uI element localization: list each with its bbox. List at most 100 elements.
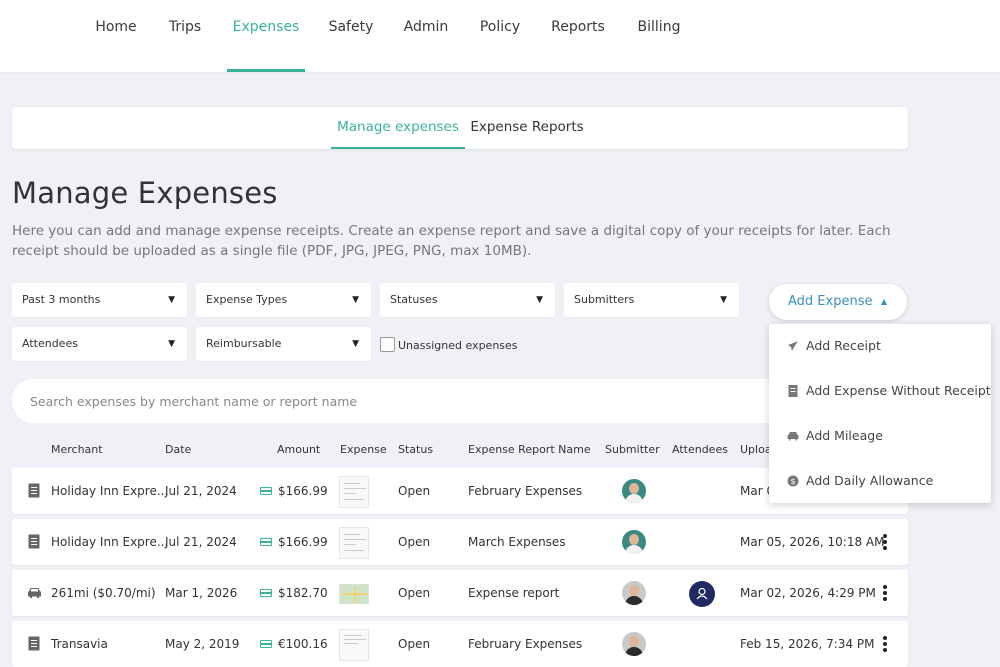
- merchant-cell: Holiday Inn Expre...: [51, 535, 169, 549]
- caret-up-icon: ▲: [880, 297, 887, 306]
- header-submitter[interactable]: Submitter: [605, 443, 660, 456]
- date-cell: May 2, 2019: [165, 637, 240, 651]
- expense-subtabs: Manage expenses Expense Reports: [12, 107, 908, 149]
- receipt-icon: [28, 636, 40, 651]
- merchant-cell: Transavia: [51, 637, 108, 651]
- header-amount[interactable]: Amount: [277, 443, 320, 456]
- header-attendees: Attendees: [672, 443, 728, 456]
- period-filter[interactable]: Past 3 months ▼: [12, 283, 187, 317]
- table-row[interactable]: Holiday Inn Expre... Jul 21, 2024 $166.9…: [12, 519, 908, 565]
- status-cell: Open: [398, 484, 431, 498]
- amount-cell: $166.99: [260, 468, 328, 514]
- payment-card-icon: [260, 589, 272, 597]
- nav-active-indicator: [227, 69, 305, 72]
- menu-item-add-daily-allowance[interactable]: $ Add Daily Allowance: [769, 459, 991, 503]
- top-navigation: Home Trips Expenses Safety Admin Policy …: [0, 0, 1000, 72]
- amount-value: $166.99: [278, 484, 328, 498]
- avatar: [622, 632, 646, 656]
- table-row[interactable]: 261mi ($0.70/mi) Mar 1, 2026 $182.70 Ope…: [12, 570, 908, 616]
- unassigned-checkbox-label[interactable]: Unassigned expenses: [398, 339, 518, 352]
- uploaded-cell: Mar 02, 2026, 4:29 PM: [740, 586, 876, 600]
- amount-cell: $166.99: [260, 519, 328, 565]
- nav-reports[interactable]: Reports: [546, 0, 610, 72]
- header-uploaded[interactable]: Uploa: [740, 443, 772, 456]
- add-expense-label: Add Expense: [788, 294, 873, 309]
- caret-down-icon: ▼: [352, 339, 359, 349]
- nav-billing[interactable]: Billing: [630, 0, 688, 72]
- add-expense-menu: Add Receipt Add Expense Without Receipt …: [769, 324, 991, 503]
- avatar: [622, 479, 646, 503]
- nav-policy[interactable]: Policy: [474, 0, 526, 72]
- nav-admin[interactable]: Admin: [398, 0, 454, 72]
- merchant-cell: 261mi ($0.70/mi): [51, 586, 156, 600]
- unassigned-checkbox[interactable]: [380, 337, 395, 352]
- header-status[interactable]: Status: [398, 443, 433, 456]
- date-cell: Mar 1, 2026: [165, 586, 238, 600]
- caret-down-icon: ▼: [168, 295, 175, 305]
- receipt-thumbnail[interactable]: [339, 527, 369, 559]
- payment-card-icon: [260, 640, 272, 648]
- amount-cell: $182.70: [260, 570, 328, 616]
- menu-item-add-mileage[interactable]: Add Mileage: [769, 414, 991, 458]
- avatar: [622, 530, 646, 554]
- amount-value: €100.16: [278, 637, 328, 651]
- header-expense: Expense: [340, 443, 387, 456]
- more-options-icon[interactable]: [883, 636, 887, 652]
- submitters-filter[interactable]: Submitters ▼: [564, 283, 739, 317]
- menu-item-add-expense-without-receipt[interactable]: Add Expense Without Receipt: [769, 369, 991, 413]
- reimbursable-filter-value: Reimbursable: [206, 337, 282, 350]
- report-name-cell[interactable]: February Expenses: [468, 621, 582, 667]
- header-report-name[interactable]: Expense Report Name: [468, 443, 591, 456]
- receipt-thumbnail[interactable]: [339, 629, 369, 661]
- tab-manage-expenses-label: Manage expenses: [337, 119, 459, 135]
- car-icon: [787, 432, 799, 441]
- report-name-cell[interactable]: February Expenses: [468, 468, 582, 514]
- status-cell: Open: [398, 535, 431, 549]
- tab-manage-expenses[interactable]: Manage expenses: [331, 107, 465, 149]
- table-row[interactable]: Transavia May 2, 2019 €100.16 Open Febru…: [12, 621, 908, 667]
- car-icon: [28, 588, 41, 598]
- menu-item-label: Add Expense Without Receipt: [806, 383, 991, 398]
- receipt-icon: [28, 534, 40, 549]
- submitters-filter-value: Submitters: [574, 293, 635, 306]
- rocket-icon: [788, 341, 798, 351]
- attendees-filter-value: Attendees: [22, 337, 78, 350]
- payment-card-icon: [260, 487, 272, 495]
- nav-trips[interactable]: Trips: [160, 0, 210, 72]
- reimbursable-filter[interactable]: Reimbursable ▼: [196, 327, 371, 361]
- nav-expenses-label: Expenses: [232, 19, 300, 35]
- more-options-icon[interactable]: [883, 585, 887, 601]
- caret-down-icon: ▼: [168, 339, 175, 349]
- statuses-filter[interactable]: Statuses ▼: [380, 283, 555, 317]
- report-name-cell[interactable]: March Expenses: [468, 519, 566, 565]
- caret-down-icon: ▼: [352, 295, 359, 305]
- add-expense-button[interactable]: Add Expense ▲: [769, 284, 907, 320]
- map-thumbnail[interactable]: [339, 584, 369, 604]
- receipt-thumbnail[interactable]: [339, 476, 369, 508]
- expense-types-filter[interactable]: Expense Types ▼: [196, 283, 371, 317]
- nav-expenses[interactable]: Expenses: [227, 0, 305, 72]
- nav-home[interactable]: Home: [88, 0, 144, 72]
- dollar-coin-icon: $: [787, 475, 799, 487]
- attendee-avatar: [689, 581, 715, 607]
- menu-item-label: Add Receipt: [806, 338, 881, 353]
- status-cell: Open: [398, 637, 431, 651]
- person-icon: [696, 587, 708, 600]
- menu-item-add-receipt[interactable]: Add Receipt: [769, 324, 991, 368]
- menu-item-label: Add Mileage: [806, 428, 883, 443]
- period-filter-value: Past 3 months: [22, 293, 101, 306]
- svg-text:$: $: [790, 477, 795, 486]
- caret-down-icon: ▼: [536, 295, 543, 305]
- tab-expense-reports[interactable]: Expense Reports: [467, 107, 587, 149]
- date-cell: Jul 21, 2024: [165, 484, 237, 498]
- more-options-icon[interactable]: [883, 534, 887, 550]
- header-date[interactable]: Date: [165, 443, 191, 456]
- menu-item-label: Add Daily Allowance: [806, 473, 934, 488]
- uploaded-cell: Mar 05, 2026, 10:18 AM: [740, 535, 885, 549]
- attendees-filter[interactable]: Attendees ▼: [12, 327, 187, 361]
- caret-down-icon: ▼: [720, 295, 727, 305]
- page-description: Here you can add and manage expense rece…: [12, 223, 891, 259]
- header-merchant[interactable]: Merchant: [51, 443, 103, 456]
- nav-safety[interactable]: Safety: [324, 0, 378, 72]
- report-name-cell[interactable]: Expense report: [468, 570, 559, 616]
